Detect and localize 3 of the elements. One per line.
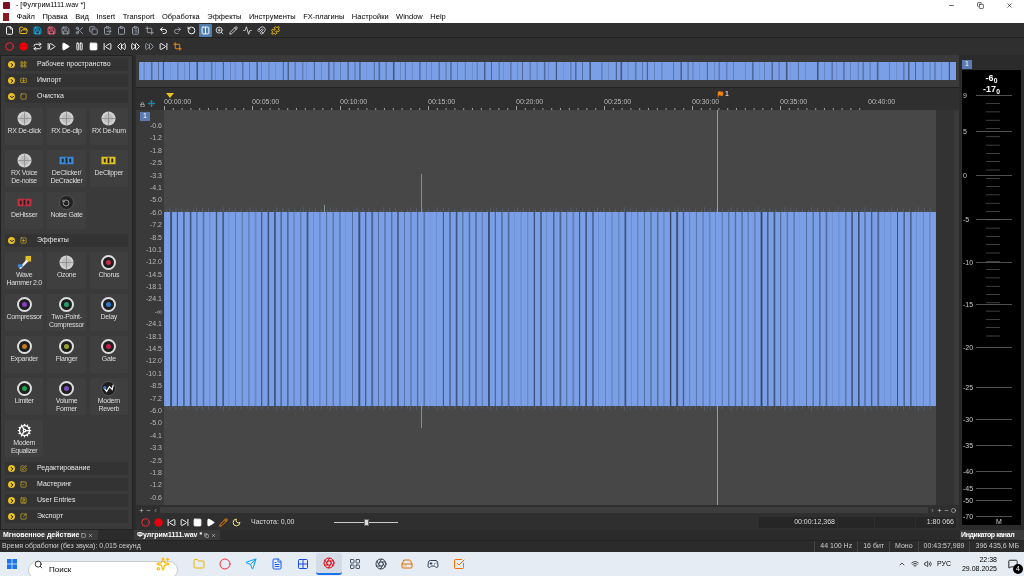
- search-field[interactable]: Поиск: [28, 560, 178, 576]
- peak-value: -6$_{0}$: [985, 73, 998, 84]
- peak-value: -17$_{0}$: [983, 84, 1000, 95]
